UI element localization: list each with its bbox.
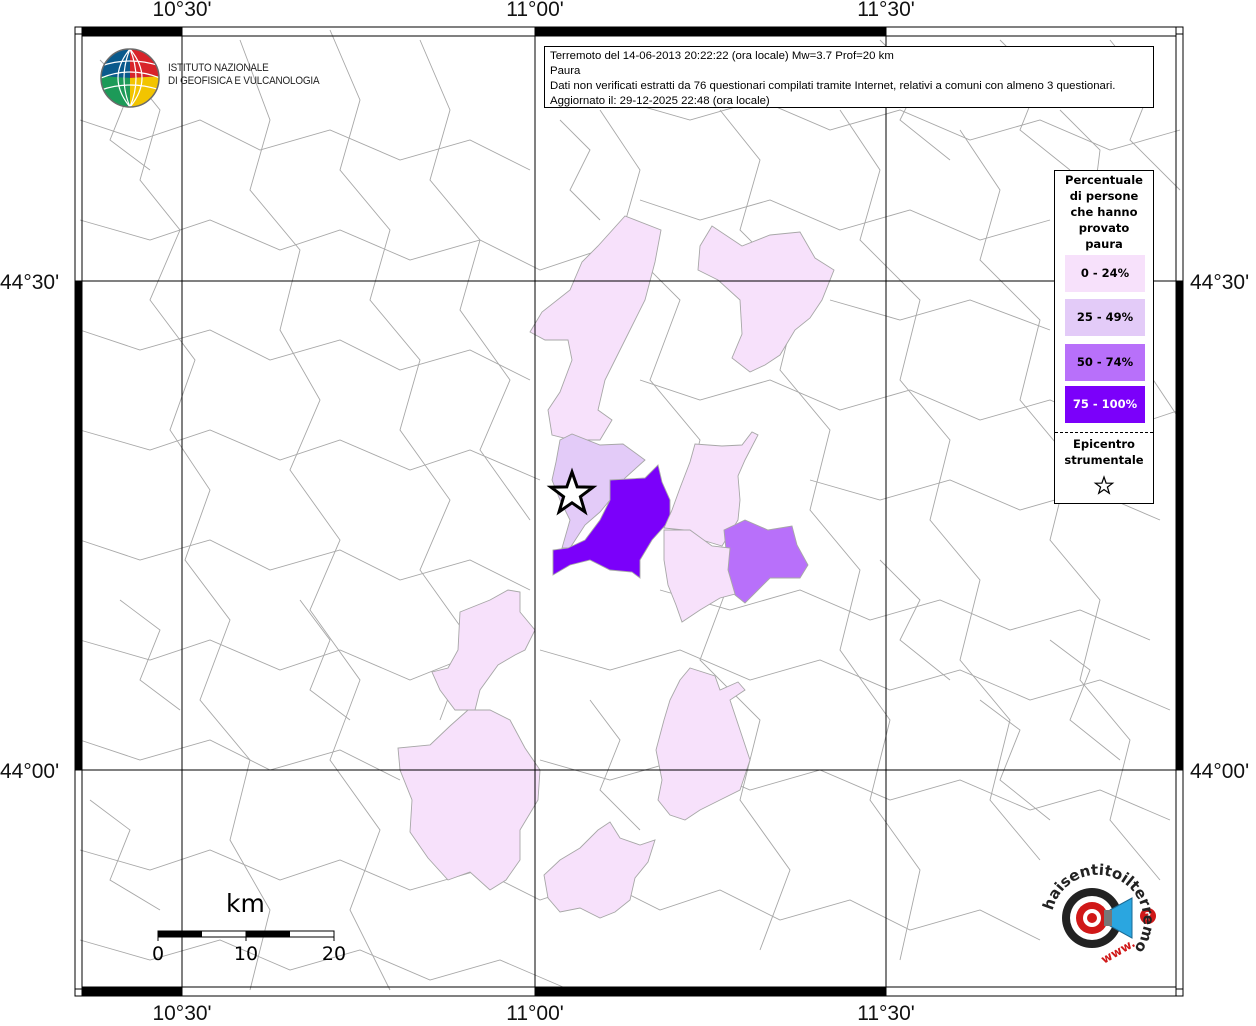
lon-label-top-3: 11°30': [857, 0, 915, 21]
legend-divider: [1055, 432, 1153, 433]
lon-label-bottom-2: 11°00': [506, 1002, 564, 1025]
legend-swatch-75-100: 75 - 100%: [1065, 386, 1145, 423]
legend-title: Percentuale di persone che hanno provato…: [1055, 172, 1153, 252]
lat-label-left-2: 44°00': [0, 760, 60, 783]
map-parameter: Paura: [550, 65, 581, 77]
legend-title-line: Percentuale: [1065, 173, 1143, 187]
event-info-box: Terremoto del 14-06-2013 20:22:22 (ora l…: [544, 46, 1154, 108]
scale-tick-label: 0: [151, 943, 165, 965]
ingv-logo: ISTITUTO NAZIONALE DI GEOFISICA E VULCAN…: [100, 46, 320, 110]
legend-swatch-50-74: 50 - 74%: [1065, 344, 1145, 381]
ingv-name-line1: ISTITUTO NAZIONALE: [168, 62, 269, 74]
data-note: Dati non verificati estratti da 76 quest…: [550, 80, 1116, 92]
lat-label-right-2: 44°00': [1190, 760, 1250, 783]
lon-label-top-1: 10°30': [152, 0, 212, 21]
haisentito-logo: ? haisentitoilterremoto.it www.: [1025, 844, 1166, 978]
epicenter-label-line: Epicentro: [1073, 437, 1135, 451]
legend-title-line: di persone: [1069, 189, 1139, 203]
ingv-globe-icon: [100, 48, 160, 108]
legend-swatch-25-49: 25 - 49%: [1065, 299, 1145, 336]
lon-label-top-2: 11°00': [506, 0, 564, 21]
legend-title-line: paura: [1085, 237, 1123, 251]
star-outline-icon: [1093, 475, 1115, 495]
legend-swatch-0-24: 0 - 24%: [1065, 255, 1145, 292]
haisentito-logo-icon: ? haisentitoilterremoto.it www.: [1025, 844, 1158, 967]
scale-tick-label: 20: [321, 943, 347, 965]
scale-tick-label: 10: [233, 943, 259, 965]
legend-title-line: provato: [1078, 221, 1130, 235]
lat-label-right-1: 44°30': [1190, 271, 1250, 294]
update-time: Aggiornato il: 29-12-2025 22:48 (ora loc…: [550, 95, 770, 107]
scale-bar: km 0 10 20: [150, 885, 360, 975]
lon-label-bottom-1: 10°30': [152, 1002, 212, 1025]
event-title: Terremoto del 14-06-2013 20:22:22 (ora l…: [550, 50, 894, 62]
epicenter-label-line: strumentale: [1064, 453, 1144, 467]
epicenter-legend-label: Epicentro strumentale: [1055, 436, 1153, 468]
lon-label-bottom-3: 11°30': [857, 1002, 915, 1025]
ingv-name-line2: DI GEOFISICA E VULCANOLOGIA: [168, 75, 320, 87]
lat-label-left-1: 44°30': [0, 271, 60, 294]
legend-title-line: che hanno: [1070, 205, 1138, 219]
legend: Percentuale di persone che hanno provato…: [1054, 170, 1154, 504]
